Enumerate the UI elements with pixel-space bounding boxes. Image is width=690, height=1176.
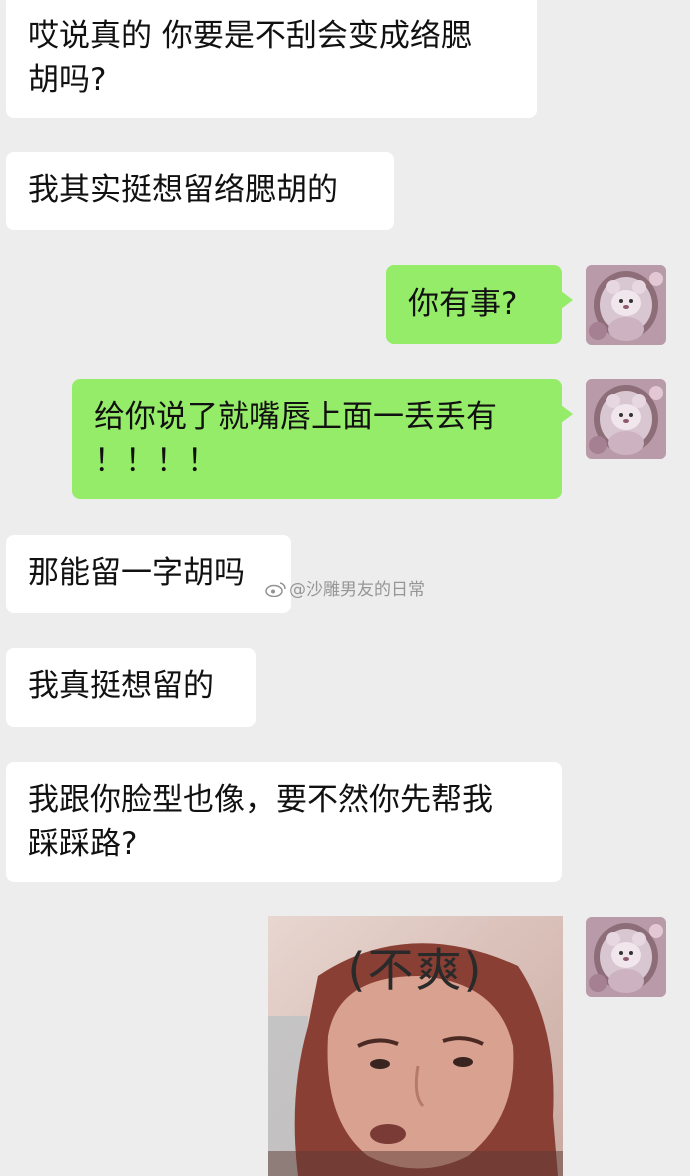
watermark-text: @沙雕男友的日常	[289, 580, 425, 600]
message-bubble-outgoing[interactable]: 给你说了就嘴唇上面一丢丢有 ！！！！	[72, 379, 573, 499]
message-text-line: 胡吗?	[28, 62, 107, 98]
user-avatar[interactable]	[586, 917, 666, 997]
message-bubble-incoming[interactable]: 我真挺想留的	[6, 648, 256, 727]
message-bubble-incoming[interactable]: 那能留一字胡吗	[6, 535, 291, 613]
message-text-line: 我其实挺想留络腮胡的	[28, 172, 338, 208]
message-text-line: ！！！！	[94, 443, 218, 479]
message-text-line: 那能留一字胡吗	[28, 555, 245, 591]
message-text-line: 我真挺想留的	[28, 668, 214, 704]
message-bubble-outgoing[interactable]: 你有事?	[386, 265, 573, 344]
message-text-line: 你有事?	[408, 286, 518, 322]
message-text-line: 踩踩路?	[28, 826, 138, 862]
sticker-image[interactable]: (不爽)	[268, 916, 563, 1176]
message-text-line: 哎说真的 你要是不刮会变成络腮	[28, 18, 472, 54]
message-bubble-incoming[interactable]: 我跟你脸型也像，要不然你先帮我 踩踩路?	[6, 762, 562, 882]
chat-area: 哎说真的 你要是不刮会变成络腮 胡吗? 我其实挺想留络腮胡的 你有事? 给你说了…	[0, 0, 690, 1176]
message-bubble-incoming[interactable]: 哎说真的 你要是不刮会变成络腮 胡吗?	[6, 0, 537, 118]
plush-bear-avatar-icon	[586, 265, 666, 345]
sticker-caption: (不爽)	[347, 943, 484, 997]
weibo-logo-icon	[265, 581, 287, 598]
watermark: @沙雕男友的日常	[265, 575, 425, 600]
message-bubble-incoming[interactable]: 我其实挺想留络腮胡的	[6, 152, 394, 230]
message-text-line: 给你说了就嘴唇上面一丢丢有	[94, 399, 497, 435]
plush-bear-avatar-icon	[586, 379, 666, 459]
user-avatar[interactable]	[586, 379, 666, 459]
user-avatar[interactable]	[586, 265, 666, 345]
message-text-line: 我跟你脸型也像，要不然你先帮我	[28, 782, 493, 818]
plush-bear-avatar-icon	[586, 917, 666, 997]
